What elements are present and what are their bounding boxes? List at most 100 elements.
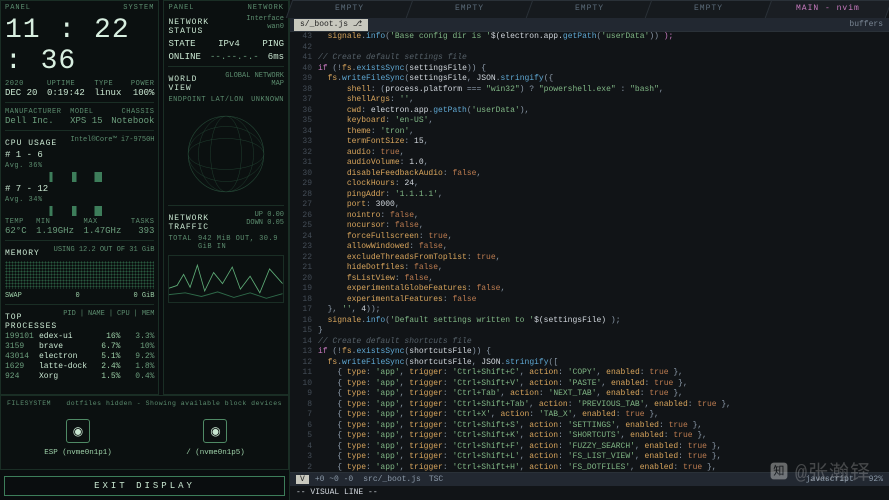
status-path: src/_boot.js: [363, 475, 421, 484]
code-line[interactable]: 22 excludeThreadsFromToplist: true,: [294, 253, 889, 264]
system-label: SYSTEM: [123, 4, 154, 12]
command-line[interactable]: -- VISUAL LINE --: [290, 486, 889, 500]
process-row[interactable]: 3159brave6.7%10%: [5, 342, 154, 351]
code-line[interactable]: 28 pingAddr: '1.1.1.1',: [294, 190, 889, 201]
editor-tab[interactable]: MAIN - nvim: [765, 0, 889, 18]
tasks-value: 393: [138, 226, 154, 236]
cpu-title: CPU USAGE: [5, 139, 57, 148]
process-row[interactable]: 924Xorg1.5%0.4%: [5, 372, 154, 381]
state-label: STATE: [168, 39, 195, 49]
filesystem-label: FILESYSTEM: [7, 400, 51, 407]
drive-item[interactable]: ◉/ (nvme0n1p5): [186, 419, 245, 457]
code-line[interactable]: 6 { type: 'app', trigger: 'Ctrl+Shift+S'…: [294, 421, 889, 432]
code-line[interactable]: 32 audio: true,: [294, 148, 889, 159]
code-line[interactable]: 37 shellArgs: '',: [294, 95, 889, 106]
code-line[interactable]: 23 allowWindowed: false,: [294, 242, 889, 253]
code-line[interactable]: 31 audioVolume: 1.0,: [294, 158, 889, 169]
editor-tab[interactable]: EMPTY: [645, 0, 772, 18]
drive-item[interactable]: ◉ESP (nvme0n1p1): [44, 419, 112, 457]
cpu-spark-2: [5, 206, 154, 216]
status-ft-tag: TSC: [429, 475, 443, 484]
file-branch-icon: ⎇: [353, 20, 362, 29]
code-area[interactable]: 43 signale.info('Base config dir is '$(e…: [290, 32, 889, 472]
process-list: 199101edex-ui16%3.3%3159brave6.7%10%4301…: [5, 331, 154, 381]
code-line[interactable]: 17 }, '', 4));: [294, 305, 889, 316]
traffic-total-value: 942 MiB OUT, 30.9 GiB IN: [198, 235, 284, 251]
code-line[interactable]: 29 clockHours: 24,: [294, 179, 889, 190]
code-line[interactable]: 27 port: 3000,: [294, 200, 889, 211]
code-line[interactable]: 39 fs.writeFileSync(settingsFile, JSON.s…: [294, 74, 889, 85]
cpu-core1-avg: Avg. 36%: [5, 162, 43, 170]
process-row[interactable]: 43014electron5.1%9.2%: [5, 352, 154, 361]
swap-total: 0 GiB: [133, 292, 154, 300]
code-line[interactable]: 21 hideDotfiles: false,: [294, 263, 889, 274]
code-line[interactable]: 15}: [294, 326, 889, 337]
editor-tab[interactable]: EMPTY: [286, 0, 413, 18]
code-line[interactable]: 38 shell: (process.platform === "win32")…: [294, 85, 889, 96]
process-row[interactable]: 199101edex-ui16%3.3%: [5, 332, 154, 341]
file-name: s/_boot.js: [300, 20, 348, 29]
code-line[interactable]: 4 { type: 'app', trigger: 'Ctrl+Shift+F'…: [294, 442, 889, 453]
procs-title: TOP PROCESSES: [5, 313, 57, 331]
code-line[interactable]: 33 termFontSize: 15,: [294, 137, 889, 148]
code-line[interactable]: 7 { type: 'app', trigger: 'Ctrl+X', acti…: [294, 410, 889, 421]
code-line[interactable]: 30 disableFeedbackAudio: false,: [294, 169, 889, 180]
code-line[interactable]: 13if (!fs.existsSync(shortcutsFile)) {: [294, 347, 889, 358]
editor-tab[interactable]: EMPTY: [406, 0, 533, 18]
year-label: 2020: [5, 80, 24, 88]
cpu-spark-1: [5, 172, 154, 182]
power-value: 100%: [133, 88, 155, 98]
code-line[interactable]: 43 signale.info('Base config dir is '$(e…: [294, 32, 889, 43]
panel-label-2: PANEL: [168, 4, 194, 12]
status-filetype: javascript: [806, 475, 854, 484]
code-line[interactable]: 19 experimentalGlobeFeatures: false,: [294, 284, 889, 295]
cpu-core2-range: # 7 - 12: [5, 184, 48, 194]
code-line[interactable]: 14// Create default shortcuts file: [294, 337, 889, 348]
model-value: XPS 15: [70, 116, 102, 126]
code-line[interactable]: 5 { type: 'app', trigger: 'Ctrl+Shift+K'…: [294, 431, 889, 442]
endpoint-value: UNKNOWN: [251, 96, 284, 104]
code-line[interactable]: 34 theme: 'tron',: [294, 127, 889, 138]
code-line[interactable]: 3 { type: 'app', trigger: 'Ctrl+Shift+L'…: [294, 452, 889, 463]
exit-button[interactable]: EXIT DISPLAY: [4, 476, 285, 496]
code-line[interactable]: 16 signale.info('Default settings writte…: [294, 316, 889, 327]
maker-value: Dell Inc.: [5, 116, 54, 126]
code-line[interactable]: 24 forceFullscreen: true,: [294, 232, 889, 243]
code-line[interactable]: 8 { type: 'app', trigger: 'Ctrl+Shift+Ta…: [294, 400, 889, 411]
chassis-label: CHASSIS: [122, 108, 155, 116]
code-line[interactable]: 10 { type: 'app', trigger: 'Ctrl+Shift+V…: [294, 379, 889, 390]
chassis-value: Notebook: [111, 116, 154, 126]
code-line[interactable]: 11 { type: 'app', trigger: 'Ctrl+Shift+C…: [294, 368, 889, 379]
code-line[interactable]: 18 experimentalFeatures: false: [294, 295, 889, 306]
process-row[interactable]: 1629latte-dock2.4%1.8%: [5, 362, 154, 371]
model-label: MODEL: [70, 108, 94, 116]
code-line[interactable]: 26 nointro: false,: [294, 211, 889, 222]
traffic-summary: UP 0.00 DOWN 0.05: [235, 211, 284, 232]
cpu-core2-avg: Avg. 34%: [5, 196, 43, 204]
code-line[interactable]: 12 fs.writeFileSync(shortcutsFile, JSON.…: [294, 358, 889, 369]
date-value: DEC 20: [5, 88, 37, 98]
world-title: WORLD VIEW: [168, 75, 216, 93]
procs-head-mem: MEM: [142, 310, 155, 331]
code-line[interactable]: 9 { type: 'app', trigger: 'Ctrl+Tab', ac…: [294, 389, 889, 400]
drive-icon: ◉: [203, 419, 227, 443]
code-line[interactable]: 2 { type: 'app', trigger: 'Ctrl+Shift+H'…: [294, 463, 889, 473]
procs-head-pid: PID: [63, 310, 76, 331]
procs-head-cpu: CPU: [117, 310, 130, 331]
uptime-value: 0:19:42: [47, 88, 85, 98]
world-sub: GLOBAL NETWORK MAP: [222, 72, 284, 93]
traffic-graph: [168, 255, 284, 303]
globe-icon: [168, 106, 284, 201]
code-line[interactable]: 41// Create default settings file: [294, 53, 889, 64]
temp-label: TEMP: [5, 218, 24, 226]
code-line[interactable]: 40if (!fs.existsSync(settingsFile)) {: [294, 64, 889, 75]
editor-tab[interactable]: EMPTY: [525, 0, 652, 18]
code-line[interactable]: 25 nocursor: false,: [294, 221, 889, 232]
code-line[interactable]: 20 fsListView: false,: [294, 274, 889, 285]
code-line[interactable]: 36 cwd: electron.app.getPath('userData')…: [294, 106, 889, 117]
file-chip[interactable]: s/_boot.js ⎇: [294, 19, 368, 31]
code-line[interactable]: 42: [294, 43, 889, 54]
code-line[interactable]: 35 keyboard: 'en-US',: [294, 116, 889, 127]
type-value: linux: [94, 88, 121, 98]
endpoint-label: ENDPOINT LAT/LON: [168, 96, 243, 104]
